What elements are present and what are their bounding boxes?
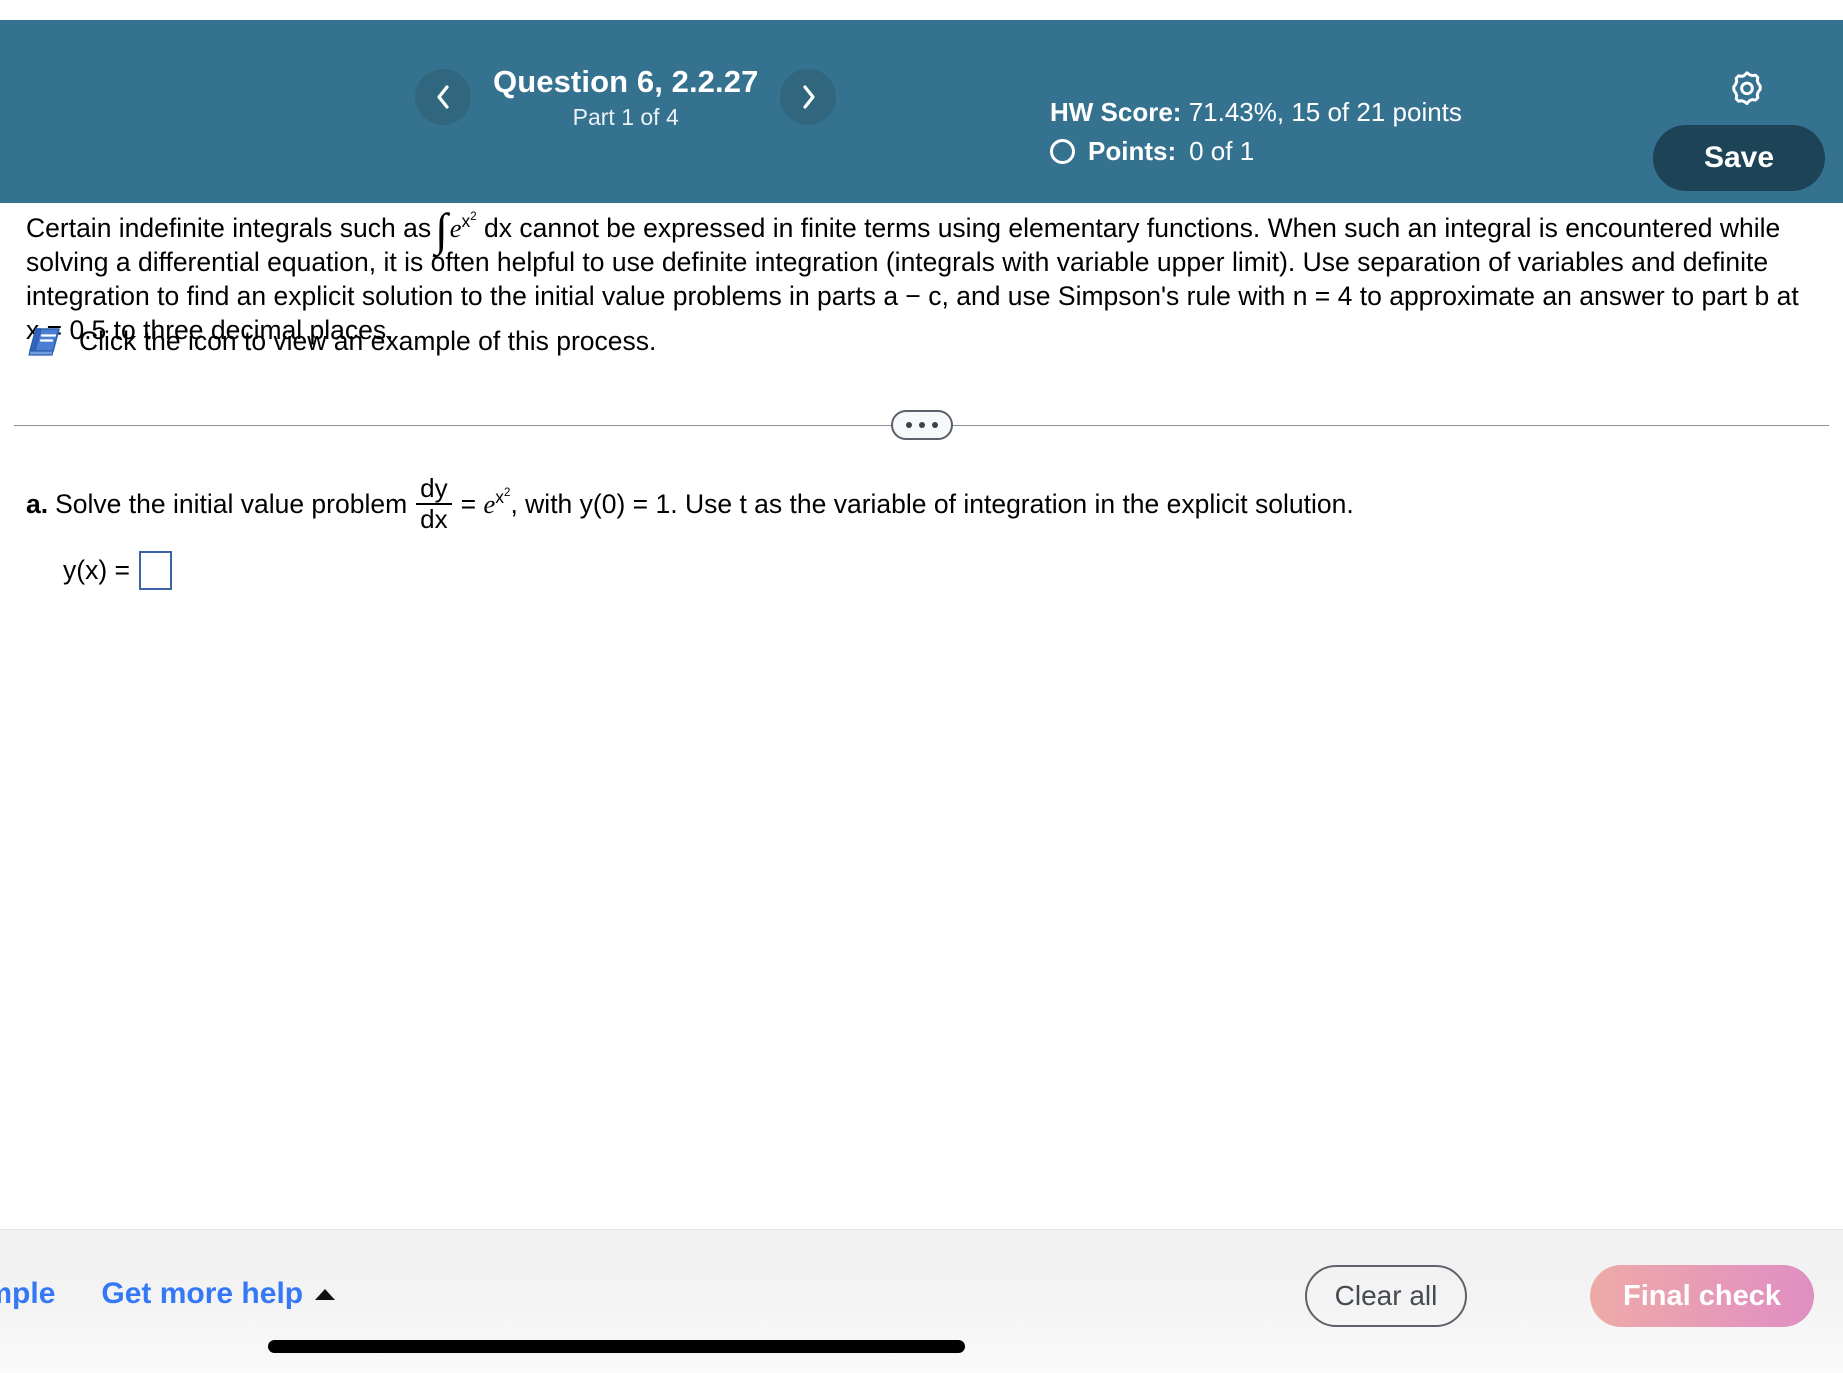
- integrand-base: e: [449, 213, 462, 243]
- ellipsis-dot: [905, 422, 912, 428]
- get-more-help-button[interactable]: Get more help: [101, 1277, 336, 1311]
- fraction-denominator: dx: [420, 504, 448, 535]
- question-body: Certain indefinite integrals such as∫ex2…: [0, 203, 1843, 1223]
- points-line: Points: 0 of 1: [1050, 134, 1462, 170]
- ellipsis-dot: [918, 422, 925, 428]
- chevron-left-icon: [436, 85, 449, 109]
- ellipsis-dot: [931, 422, 938, 428]
- question-title-block: Question 6, 2.2.27 Part 1 of 4: [471, 64, 780, 131]
- derivative-fraction: dy dx: [416, 473, 452, 535]
- question-header: Question 6, 2.2.27 Part 1 of 4 HW Score:…: [0, 20, 1843, 203]
- book-icon[interactable]: [26, 325, 62, 357]
- rhs-base: e: [483, 488, 496, 519]
- expand-collapse-button[interactable]: [890, 410, 953, 440]
- chevron-right-icon: [803, 85, 815, 109]
- example-icon-row: Click the icon to view an example of thi…: [26, 325, 656, 357]
- part-a-text-2: , with y(0) = 1. Use t as the variable o…: [510, 488, 1354, 519]
- part-a-statement: a. Solve the initial value problem dy dx…: [26, 473, 1354, 535]
- question-navigation: Question 6, 2.2.27 Part 1 of 4: [415, 64, 837, 131]
- inline-integral-expression: ∫ex2: [435, 204, 477, 255]
- status-bar: [0, 0, 1843, 20]
- next-question-button[interactable]: [780, 69, 837, 126]
- get-more-help-label: Get more help: [101, 1277, 304, 1310]
- final-check-button[interactable]: Final check: [1590, 1265, 1814, 1327]
- part-a-label: a.: [26, 488, 49, 519]
- fraction-numerator: dy: [420, 473, 448, 503]
- answer-input[interactable]: [139, 551, 172, 590]
- section-divider: [14, 410, 1829, 440]
- answer-row: y(x) =: [63, 551, 172, 590]
- clear-all-button[interactable]: Clear all: [1305, 1265, 1467, 1327]
- app-screen: Question 6, 2.2.27 Part 1 of 4 HW Score:…: [0, 0, 1843, 1373]
- previous-question-button[interactable]: [415, 69, 471, 126]
- points-status-icon: [1050, 139, 1075, 165]
- save-button[interactable]: Save: [1653, 125, 1825, 191]
- answer-label: y(x) =: [63, 555, 130, 585]
- bottom-toolbar-links: xample Get more help: [0, 1277, 336, 1311]
- part-indicator: Part 1 of 4: [572, 103, 679, 130]
- part-a-text-1: Solve the initial value problem: [55, 488, 408, 519]
- hw-score-line: HW Score: 71.43%, 15 of 21 points: [1050, 95, 1462, 131]
- equals-sign: =: [460, 488, 477, 519]
- view-example-link[interactable]: xample: [0, 1277, 55, 1311]
- hw-score-value: 71.43%, 15 of 21 points: [1188, 97, 1462, 127]
- points-value: 0 of 1: [1189, 135, 1255, 166]
- rhs-exponent: x2: [495, 486, 511, 507]
- score-summary: HW Score: 71.43%, 15 of 21 points Points…: [1050, 95, 1462, 170]
- gear-icon: [1732, 71, 1762, 106]
- caret-up-icon: [315, 1288, 336, 1300]
- problem-text-part-1: Certain indefinite integrals such as: [26, 213, 432, 243]
- points-label: Points:: [1088, 135, 1177, 166]
- example-icon-label: Click the icon to view an example of thi…: [79, 325, 657, 356]
- page-title: Question 6, 2.2.27: [493, 64, 759, 99]
- settings-button[interactable]: [1725, 68, 1769, 112]
- home-indicator: [268, 1340, 965, 1353]
- part-a-rhs: ex2: [476, 486, 511, 520]
- hw-score-label: HW Score:: [1050, 97, 1182, 127]
- integrand-exponent: x2: [461, 211, 477, 232]
